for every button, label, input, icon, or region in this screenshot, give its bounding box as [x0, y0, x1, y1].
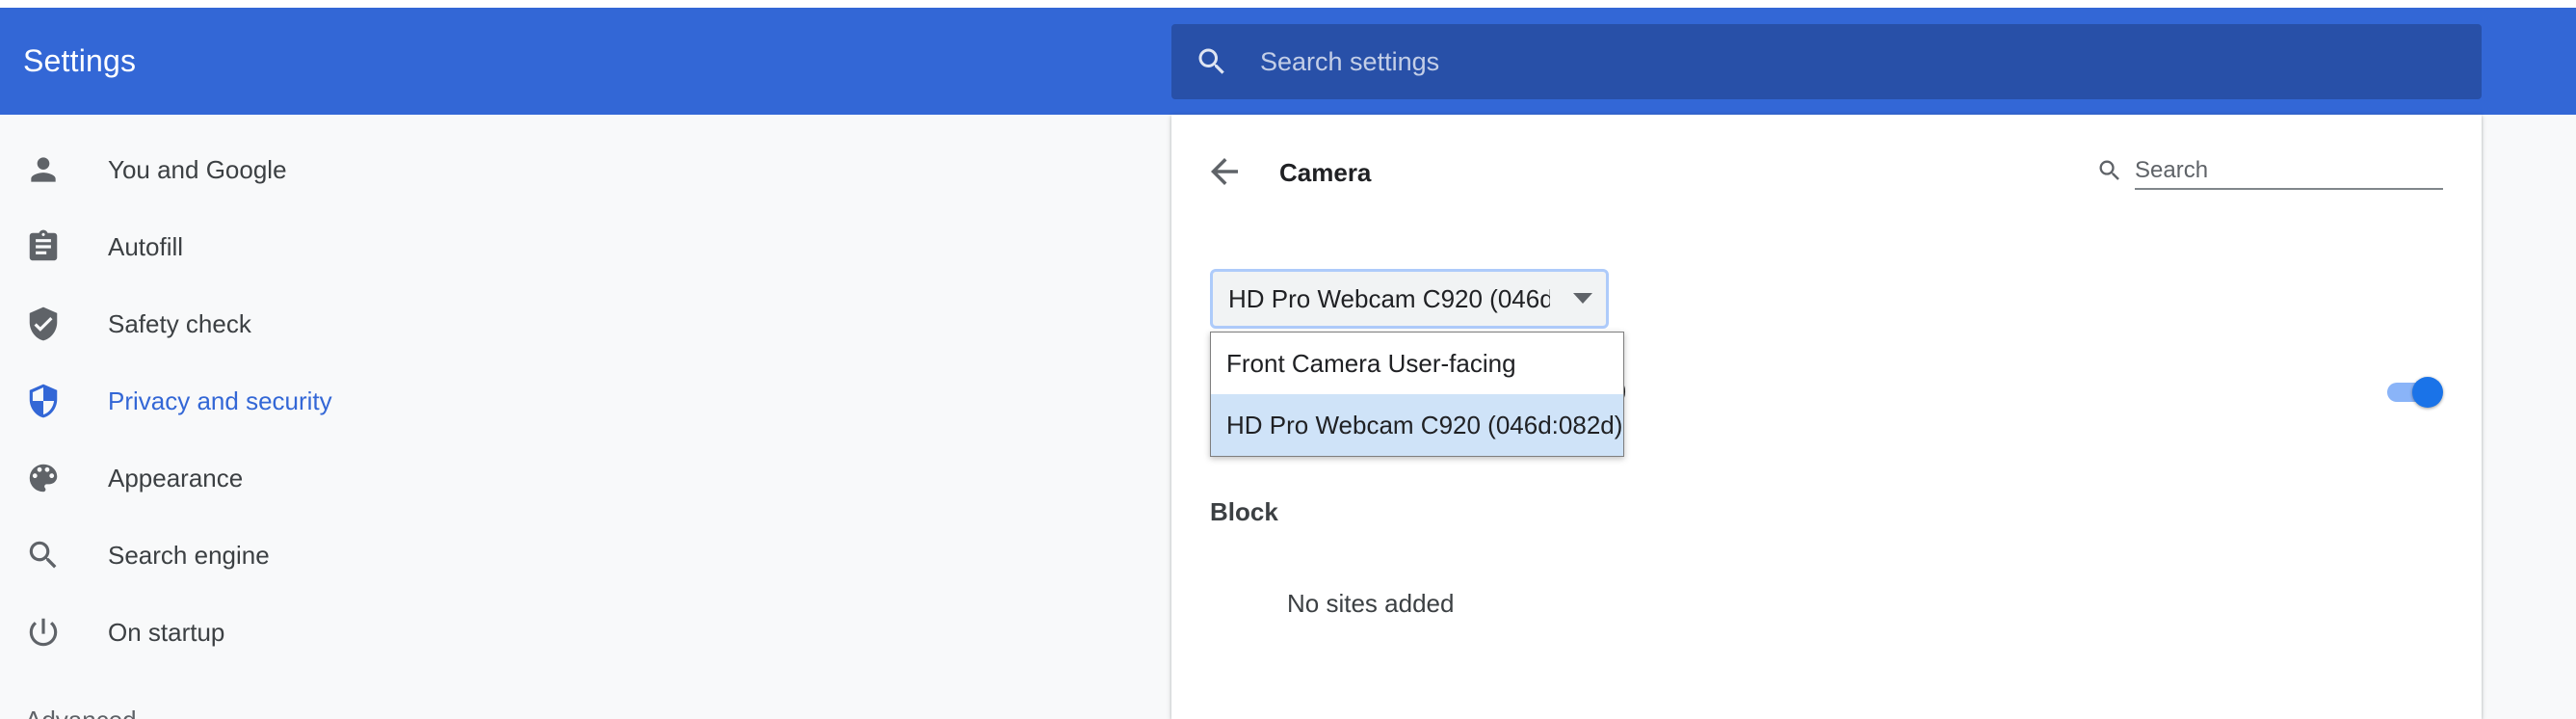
search-icon	[29, 541, 57, 569]
block-empty-message: No sites added	[1287, 589, 1455, 618]
sidebar-item-label: Privacy and security	[108, 386, 332, 415]
sidebar-item-privacy-and-security[interactable]: Privacy and security	[0, 362, 1156, 439]
camera-option-front[interactable]: Front Camera User-facing	[1211, 333, 1623, 394]
toggle-knob	[2412, 377, 2443, 408]
shield-check-icon	[29, 306, 58, 341]
search-settings-box[interactable]: Search settings	[1171, 24, 2482, 99]
sidebar: You and Google Autofill Safety check Pri…	[0, 115, 1156, 719]
page-title: Settings	[23, 43, 137, 78]
block-heading: Block	[1210, 497, 1278, 526]
window-top-strip	[0, 0, 2576, 8]
sidebar-item-you-and-google[interactable]: You and Google	[0, 131, 1156, 208]
chevron-down-icon	[1573, 293, 1592, 304]
search-icon	[2099, 160, 2119, 180]
palette-icon	[29, 464, 58, 493]
panel-search-input[interactable]	[2135, 153, 2443, 190]
power-icon	[29, 618, 58, 647]
sidebar-item-label: Autofill	[108, 232, 184, 261]
camera-select[interactable]: HD Pro Webcam C920 (046d:082d)	[1210, 269, 1609, 329]
sidebar-item-on-startup[interactable]: On startup	[0, 594, 1156, 671]
sidebar-item-label: Safety check	[108, 309, 251, 338]
sidebar-item-label: You and Google	[108, 155, 287, 184]
person-icon	[31, 157, 56, 182]
sidebar-item-appearance[interactable]: Appearance	[0, 439, 1156, 517]
sidebar-item-autofill[interactable]: Autofill	[0, 208, 1156, 285]
sidebar-item-search-engine[interactable]: Search engine	[0, 517, 1156, 594]
camera-select-value: HD Pro Webcam C920 (046d:082d)	[1228, 284, 1550, 313]
panel-title: Camera	[1279, 158, 1372, 187]
sidebar-item-label: Appearance	[108, 464, 244, 493]
ask-toggle[interactable]	[2383, 377, 2443, 408]
camera-dropdown-list: Front Camera User-facing HD Pro Webcam C…	[1210, 332, 1624, 457]
sidebar-item-advanced-cut-off[interactable]: Advanced	[25, 703, 137, 719]
sidebar-item-safety-check[interactable]: Safety check	[0, 285, 1156, 362]
clipboard-icon	[29, 229, 58, 261]
back-arrow-icon[interactable]	[1204, 151, 1245, 192]
shield-icon	[29, 384, 58, 418]
search-settings-input[interactable]: Search settings	[1260, 24, 1439, 99]
sidebar-item-label: Search engine	[108, 541, 270, 570]
panel-search[interactable]	[2096, 147, 2462, 194]
search-icon	[1198, 48, 1224, 74]
camera-option-hd-pro-webcam[interactable]: HD Pro Webcam C920 (046d:082d)	[1211, 394, 1623, 456]
sidebar-item-label: On startup	[108, 618, 225, 647]
